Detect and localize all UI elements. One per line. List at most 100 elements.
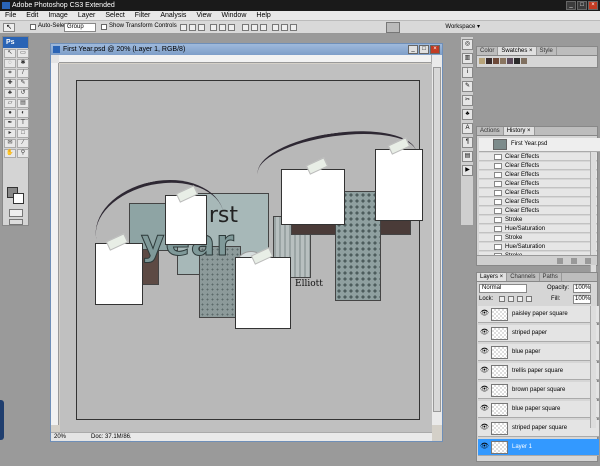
eyedropper-tool-icon[interactable]: ⁄ (17, 139, 29, 148)
swatch-color[interactable] (486, 58, 492, 64)
navigator-icon[interactable]: ◎ (462, 39, 473, 50)
blur-tool-icon[interactable]: ● (4, 109, 16, 118)
move-tool-icon[interactable]: ↖ (4, 49, 16, 58)
zoom-level[interactable]: 20% (54, 433, 66, 441)
doc-maximize-button[interactable]: □ (419, 45, 429, 54)
lock-transparency-icon[interactable] (499, 296, 505, 302)
menu-filter[interactable]: Filter (130, 12, 156, 19)
history-item[interactable]: Clear Effects (479, 189, 597, 197)
layer-visibility-eye-icon[interactable]: 👁 (480, 310, 489, 317)
align-left-icon[interactable] (210, 24, 217, 31)
shape-tool-icon[interactable]: □ (17, 129, 29, 138)
vertical-scroll-thumb[interactable] (433, 67, 441, 412)
opacity-input[interactable]: 100% (573, 284, 591, 293)
menu-help[interactable]: Help (251, 12, 275, 19)
layer-visibility-eye-icon[interactable]: 👁 (480, 405, 489, 412)
path-selection-tool-icon[interactable]: ▸ (4, 129, 16, 138)
notes-tool-icon[interactable]: ✉ (4, 139, 16, 148)
canvas-area[interactable]: first year Elliott (60, 64, 432, 432)
layer-visibility-eye-icon[interactable]: 👁 (480, 348, 489, 355)
menu-window[interactable]: Window (216, 12, 251, 19)
lock-position-icon[interactable] (517, 296, 523, 302)
hand-tool-icon[interactable]: ✋ (4, 149, 16, 158)
tab-layers[interactable]: Layers × (477, 273, 508, 281)
history-item[interactable]: Clear Effects (479, 180, 597, 188)
horizontal-ruler[interactable] (59, 55, 432, 63)
align-vcenter-icon[interactable] (189, 24, 196, 31)
magic-wand-tool-icon[interactable]: ✱ (17, 59, 29, 68)
pen-tool-icon[interactable]: ✒ (4, 119, 16, 128)
auto-select-dropdown[interactable]: Group (64, 23, 96, 32)
layers-scrollbar[interactable] (590, 306, 596, 428)
tab-color[interactable]: Color (477, 47, 499, 55)
tab-paths[interactable]: Paths (540, 273, 562, 281)
layer-row[interactable]: 👁 Layer 1 (478, 439, 599, 456)
lasso-tool-icon[interactable]: ◌ (4, 59, 16, 68)
minimize-button[interactable]: _ (566, 1, 576, 10)
layer-row[interactable]: 👁 trellis paper square (478, 363, 599, 380)
layer-row[interactable]: 👁 striped paper square (478, 420, 599, 437)
swatch-color[interactable] (514, 58, 520, 64)
layer-visibility-eye-icon[interactable]: 👁 (480, 424, 489, 431)
vertical-ruler[interactable] (51, 63, 59, 425)
horizontal-scrollbar[interactable] (131, 432, 432, 441)
distribute-vcenter-icon[interactable] (251, 24, 258, 31)
type-tool-icon[interactable]: T (17, 119, 29, 128)
swatch-color[interactable] (521, 58, 527, 64)
dodge-tool-icon[interactable]: ◐ (17, 109, 29, 118)
brush-tool-icon[interactable]: ✎ (17, 79, 29, 88)
menu-view[interactable]: View (191, 12, 216, 19)
layer-row[interactable]: 👁 brown paper square (478, 382, 599, 399)
distribute-left-icon[interactable] (272, 24, 279, 31)
swatch-color[interactable] (500, 58, 506, 64)
quick-mask-icon[interactable] (9, 209, 23, 217)
delete-state-icon[interactable] (585, 258, 591, 264)
align-hcenter-icon[interactable] (219, 24, 226, 31)
layer-visibility-eye-icon[interactable]: 👁 (480, 443, 489, 450)
ruler-origin[interactable] (51, 55, 59, 63)
menu-edit[interactable]: Edit (21, 12, 43, 19)
layer-visibility-eye-icon[interactable]: 👁 (480, 329, 489, 336)
clone-stamp-tool-icon[interactable]: ♣ (4, 89, 16, 98)
lock-pixels-icon[interactable] (508, 296, 514, 302)
menu-image[interactable]: Image (43, 12, 72, 19)
history-brush-tool-icon[interactable]: ↺ (17, 89, 29, 98)
doc-minimize-button[interactable]: _ (408, 45, 418, 54)
menu-layer[interactable]: Layer (73, 12, 101, 19)
layer-row[interactable]: 👁 blue paper square (478, 401, 599, 418)
layer-visibility-eye-icon[interactable]: 👁 (480, 367, 489, 374)
swatch-color[interactable] (493, 58, 499, 64)
histogram-icon[interactable]: ▥ (462, 53, 473, 64)
menu-analysis[interactable]: Analysis (155, 12, 191, 19)
tab-styles[interactable]: Style (537, 47, 557, 55)
transform-controls-checkbox[interactable] (101, 24, 107, 30)
slice-tool-icon[interactable]: / (17, 69, 29, 78)
distribute-bottom-icon[interactable] (260, 24, 267, 31)
maximize-button[interactable]: □ (577, 1, 587, 10)
history-item[interactable]: Clear Effects (479, 198, 597, 206)
history-item[interactable]: Clear Effects (479, 153, 597, 161)
history-snapshot[interactable]: First Year.psd (479, 138, 600, 152)
align-bottom-icon[interactable] (198, 24, 205, 31)
layer-visibility-eye-icon[interactable]: 👁 (480, 386, 489, 393)
tab-swatches[interactable]: Swatches × (498, 47, 537, 55)
info-icon[interactable]: i (462, 67, 473, 78)
blend-mode-dropdown[interactable]: Normal (479, 284, 527, 293)
healing-brush-tool-icon[interactable]: ✚ (4, 79, 16, 88)
layer-comps-icon[interactable]: ▤ (462, 151, 473, 162)
eraser-tool-icon[interactable]: ▱ (4, 99, 16, 108)
menu-file[interactable]: File (0, 12, 21, 19)
fill-input[interactable]: 100% (573, 295, 591, 304)
tab-actions[interactable]: Actions (477, 127, 504, 135)
auto-select-checkbox[interactable] (30, 24, 36, 30)
history-item[interactable]: Stroke (479, 234, 597, 242)
close-button[interactable]: × (588, 1, 598, 10)
swatch-color[interactable] (507, 58, 513, 64)
history-item[interactable]: Hue/Saturation (479, 225, 597, 233)
animation-icon[interactable]: ▶ (462, 165, 473, 176)
tab-history[interactable]: History × (503, 127, 535, 135)
distribute-hcenter-icon[interactable] (281, 24, 288, 31)
menu-select[interactable]: Select (100, 12, 129, 19)
workspace-menu[interactable]: Workspace ▾ (445, 23, 480, 30)
history-item[interactable]: Hue/Saturation (479, 243, 597, 251)
